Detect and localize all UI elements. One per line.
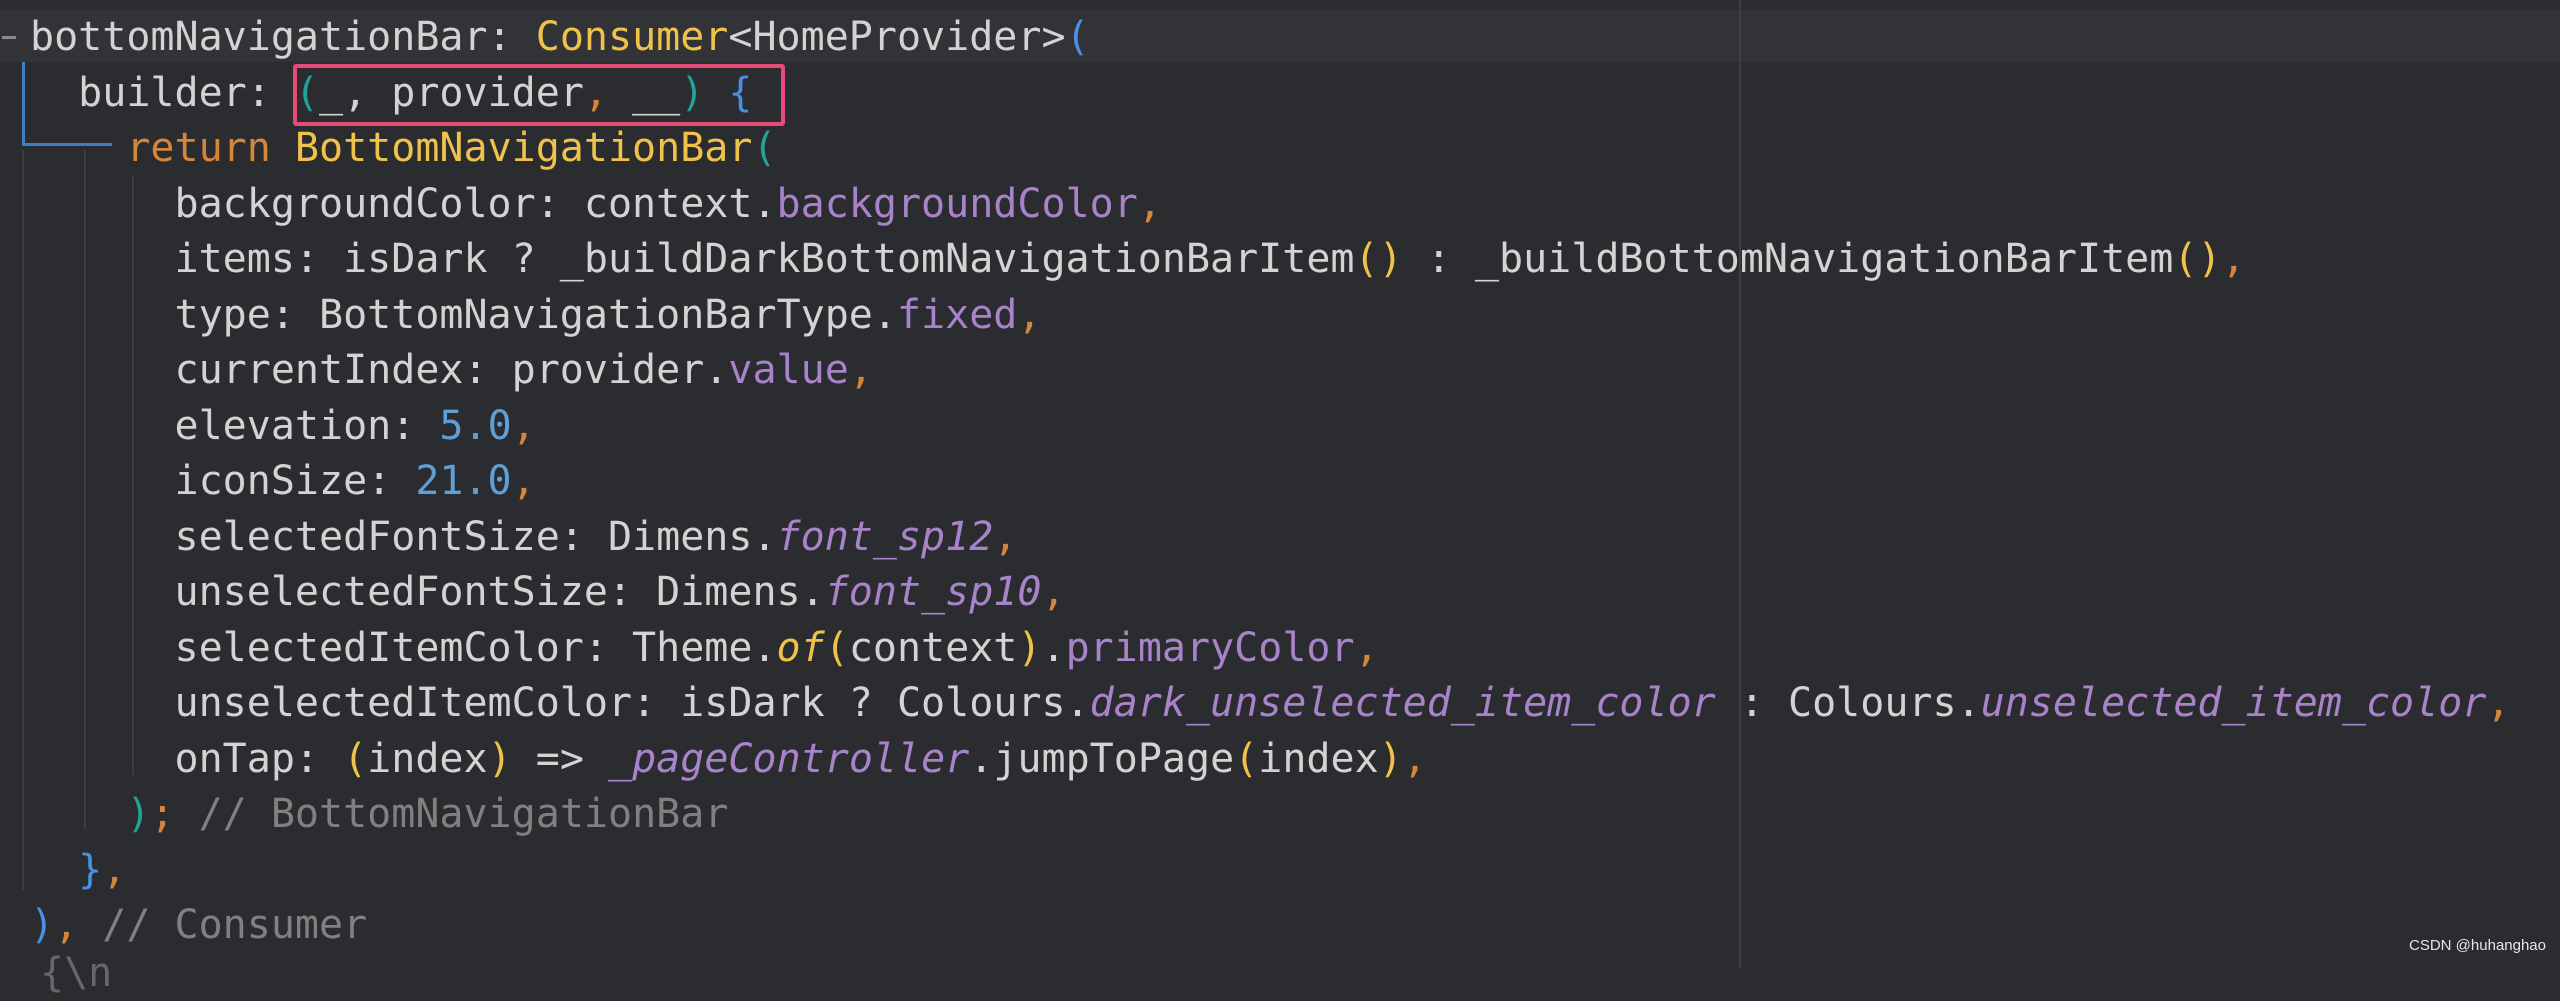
code-token: , xyxy=(1137,180,1162,227)
code-token: , xyxy=(848,347,873,393)
code-token: BottomNavigationBar xyxy=(294,125,753,171)
code-line[interactable]: selectedItemColor: Theme.of(context).pri… xyxy=(0,621,2560,677)
code-token: backgroundColor: context. xyxy=(30,180,777,227)
code-token: , xyxy=(1354,624,1379,671)
code-token: ( xyxy=(1234,735,1259,782)
code-token: builder: xyxy=(30,69,295,116)
code-line[interactable]: elevation: 5.0, xyxy=(0,399,2560,455)
code-token: .jumpToPage xyxy=(969,735,1235,782)
code-token: , xyxy=(511,402,536,449)
annotation-highlight-box xyxy=(293,64,785,126)
watermark: CSDN @huhanghao xyxy=(2409,937,2546,954)
code-token: unselectedFontSize: Dimens. xyxy=(30,569,825,615)
code-token: ) xyxy=(1017,624,1042,671)
code-line[interactable]: unselectedItemColor: isDark ? Colours.da… xyxy=(0,676,2560,732)
code-token: 5.0 xyxy=(439,402,512,449)
code-line[interactable]: ), // Consumer xyxy=(0,898,2560,954)
code-line[interactable]: return BottomNavigationBar( xyxy=(0,121,2560,177)
code-token: bottomNavigationBar: xyxy=(30,14,536,60)
code-token: , xyxy=(2221,236,2246,282)
code-token: } xyxy=(78,846,103,893)
code-token: font_sp12 xyxy=(776,513,994,560)
code-token: , xyxy=(993,513,1018,560)
code-token: unselected_item_color xyxy=(1980,680,2487,726)
code-token: dark_unselected_item_color xyxy=(1089,680,1716,726)
code-token: ( xyxy=(1065,14,1090,60)
code-token: elevation: xyxy=(30,402,440,449)
code-token: context xyxy=(848,624,1018,671)
code-token: ; xyxy=(150,791,199,837)
code-token: iconSize: xyxy=(30,458,416,504)
code-token: 21.0 xyxy=(415,458,512,504)
code-token: => xyxy=(511,735,609,782)
code-token: <HomeProvider> xyxy=(728,14,1066,60)
code-token: index xyxy=(367,735,488,782)
code-line[interactable]: backgroundColor: context.backgroundColor… xyxy=(0,177,2560,233)
code-token: , xyxy=(2486,680,2511,726)
code-token: selectedItemColor: Theme. xyxy=(30,624,777,671)
code-line[interactable]: ); // BottomNavigationBar xyxy=(0,787,2560,843)
code-line[interactable]: currentIndex: provider.value, xyxy=(0,343,2560,399)
code-token: Consumer xyxy=(535,14,729,60)
code-token: () xyxy=(1354,236,1403,282)
code-editor[interactable]: bottomNavigationBar: Consumer<HomeProvid… xyxy=(0,0,2560,996)
code-token: , xyxy=(1017,291,1042,338)
code-token: primaryColor xyxy=(1065,624,1355,671)
code-line[interactable]: type: BottomNavigationBarType.fixed, xyxy=(0,288,2560,344)
partial-cut-line: {\n xyxy=(40,950,113,996)
code-token: , xyxy=(1041,569,1066,615)
code-line[interactable]: }, xyxy=(0,843,2560,899)
code-token: onTap: xyxy=(30,735,344,782)
code-line[interactable]: items: isDark ? _buildDarkBottomNavigati… xyxy=(0,232,2560,288)
code-line[interactable]: unselectedFontSize: Dimens.font_sp10, xyxy=(0,565,2560,621)
code-token: // BottomNavigationBar xyxy=(198,791,729,837)
code-token: index xyxy=(1258,735,1379,782)
code-token: () xyxy=(2173,236,2222,282)
code-token: , xyxy=(511,458,536,504)
code-token: currentIndex: provider. xyxy=(30,347,729,393)
code-token: ) xyxy=(1378,735,1403,782)
code-token: type: BottomNavigationBarType. xyxy=(30,291,897,338)
code-token: ( xyxy=(752,125,777,171)
code-token: backgroundColor xyxy=(776,180,1138,227)
code-token: , xyxy=(102,846,127,893)
code-token: _pageController xyxy=(608,735,970,782)
code-token: return xyxy=(30,125,295,171)
code-token: ( xyxy=(824,624,849,671)
code-token: , xyxy=(1402,735,1427,782)
code-line[interactable]: iconSize: 21.0, xyxy=(0,454,2560,510)
code-token: unselectedItemColor: isDark ? Colours. xyxy=(30,680,1090,726)
code-token: : _buildBottomNavigationBarItem xyxy=(1402,236,2174,282)
code-token: // Consumer xyxy=(102,902,368,948)
code-token: font_sp10 xyxy=(824,569,1042,615)
code-line[interactable]: bottomNavigationBar: Consumer<HomeProvid… xyxy=(0,10,2560,66)
code-token: , xyxy=(54,902,103,948)
code-token: ( xyxy=(343,735,368,782)
code-token: ) xyxy=(30,902,55,948)
code-token: items: isDark ? _buildDarkBottomNavigati… xyxy=(30,236,1355,282)
code-token: ) xyxy=(126,791,151,837)
code-line[interactable]: selectedFontSize: Dimens.font_sp12, xyxy=(0,510,2560,566)
code-line[interactable]: onTap: (index) => _pageController.jumpTo… xyxy=(0,732,2560,788)
code-token: of xyxy=(776,624,825,671)
code-token: fixed xyxy=(896,291,1018,338)
code-lines[interactable]: bottomNavigationBar: Consumer<HomeProvid… xyxy=(0,10,2560,954)
code-token: : Colours. xyxy=(1715,680,1981,726)
code-token: value xyxy=(728,347,849,393)
code-token: ) xyxy=(487,735,512,782)
code-token: . xyxy=(1041,624,1066,671)
code-token: selectedFontSize: Dimens. xyxy=(30,513,777,560)
